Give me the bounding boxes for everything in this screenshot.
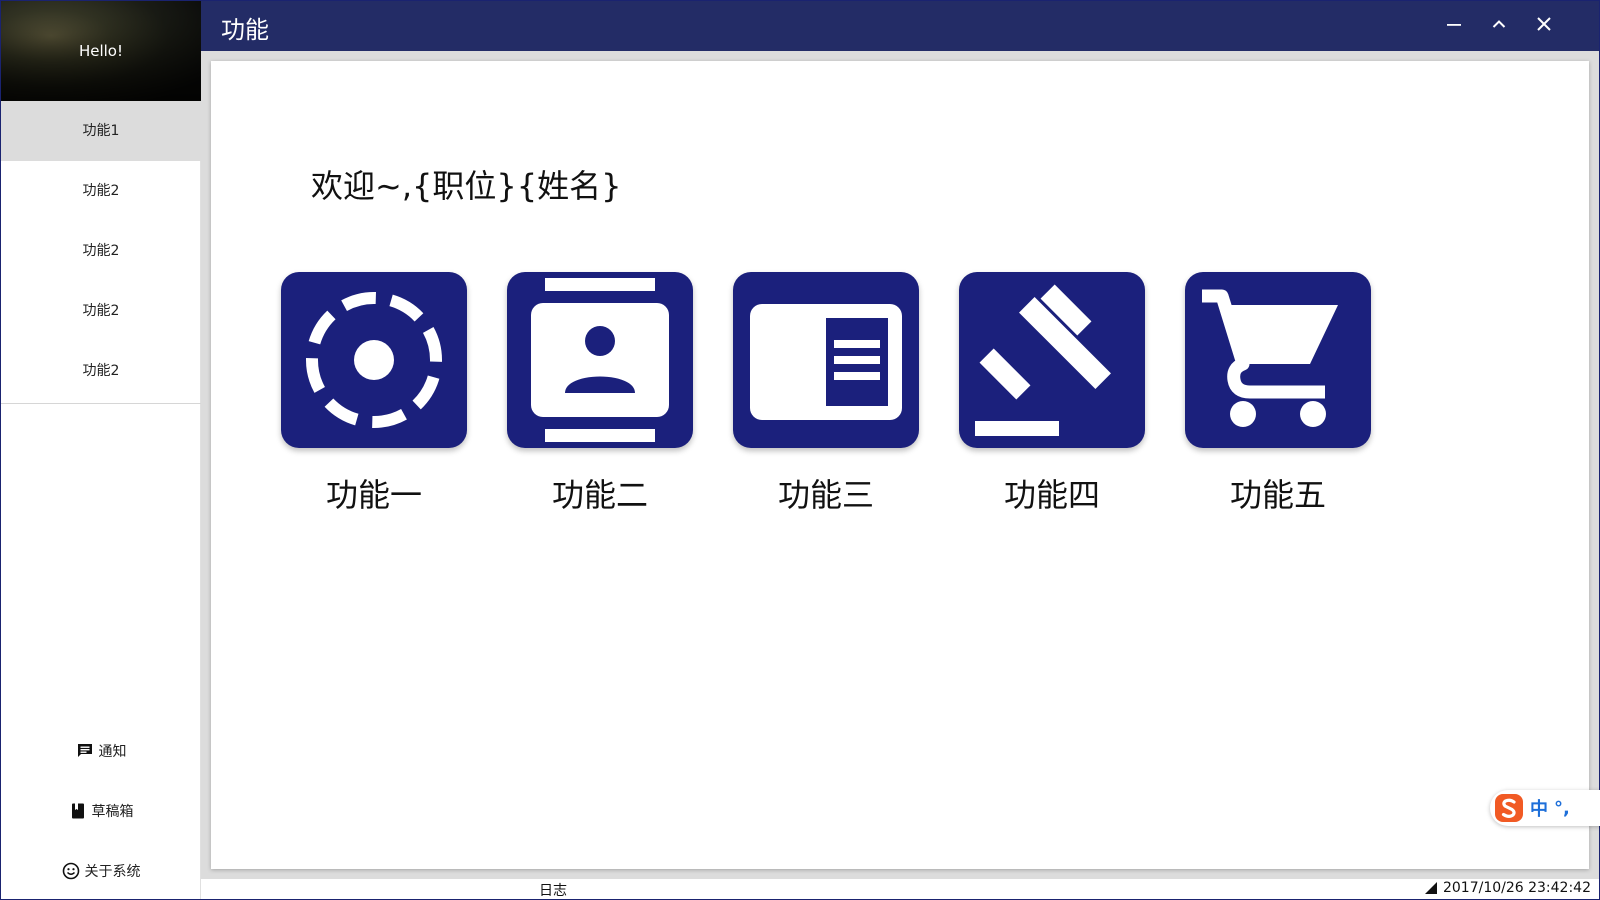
feature-label-2: 功能二	[551, 476, 648, 514]
ime-language-mode[interactable]: 中	[1530, 795, 1548, 821]
main-panel: 欢迎~,{职位}{姓名} 功能一 功能二 功能三 功能四 功能五	[211, 61, 1589, 869]
sogou-logo-icon	[1492, 791, 1526, 825]
document-panel-icon	[750, 304, 902, 420]
feature-tile-5[interactable]: 功能五	[1185, 272, 1371, 516]
book-icon	[69, 802, 87, 820]
feature-tile-3-box	[733, 272, 919, 448]
about-system-button[interactable]: 关于系统	[1, 841, 201, 900]
resize-grip-icon[interactable]	[1424, 882, 1437, 894]
feature-tile-3[interactable]: 功能三	[733, 272, 919, 516]
feature-tile-1[interactable]: 功能一	[281, 272, 467, 516]
feature-label-4: 功能四	[1003, 476, 1100, 514]
sidebar-header: Hello!	[1, 1, 201, 101]
close-button[interactable]	[1524, 7, 1564, 45]
status-bar: 日志 2017/10/26 23:42:42	[201, 879, 1599, 899]
feature-tile-4[interactable]: 功能四	[959, 272, 1145, 516]
greeting: Hello!	[78, 42, 124, 60]
maximize-button[interactable]	[1479, 7, 1519, 45]
feature-tile-5-box	[1185, 272, 1371, 448]
sidebar-bottom-menu: 通知 草稿箱 关于系统	[1, 721, 201, 900]
title-bar: 功能	[201, 1, 1599, 51]
message-icon	[76, 742, 94, 760]
status-datetime: 2017/10/26 23:42:42	[1442, 880, 1591, 896]
smiley-icon	[62, 862, 80, 880]
feature-tile-1-box	[281, 272, 467, 448]
feature-tile-4-box	[959, 272, 1145, 448]
log-link[interactable]: 日志	[539, 880, 567, 900]
sidebar-item-feature-1[interactable]: 功能1	[1, 101, 201, 161]
minimize-button[interactable]	[1434, 7, 1474, 45]
sidebar-item-feature-2c[interactable]: 功能2	[1, 281, 201, 341]
feature-tile-2-box	[507, 272, 693, 448]
chevron-up-icon	[1490, 15, 1508, 37]
notifications-button[interactable]: 通知	[1, 721, 201, 781]
drafts-label: 草稿箱	[91, 804, 134, 820]
minimize-icon	[1445, 15, 1463, 37]
shopping-cart-icon	[1202, 289, 1338, 427]
feature-tile-2[interactable]: 功能二	[507, 272, 693, 516]
welcome-message: 欢迎~,{职位}{姓名}	[311, 167, 622, 205]
feature-label-3: 功能三	[777, 476, 874, 514]
sidebar-nav: 功能1 功能2 功能2 功能2 功能2	[1, 101, 201, 401]
settings-circle-icon	[306, 292, 442, 428]
ime-punctuation-mode[interactable]: °,	[1554, 798, 1570, 819]
ime-toolbar[interactable]: 中 °,	[1490, 790, 1600, 826]
feature-label-5: 功能五	[1229, 476, 1326, 514]
status-datetime-group: 2017/10/26 23:42:42	[1424, 880, 1591, 896]
contact-card-icon	[531, 278, 669, 442]
sidebar-item-feature-2b[interactable]: 功能2	[1, 221, 201, 281]
sidebar-item-feature-2d[interactable]: 功能2	[1, 341, 201, 401]
close-icon	[1535, 15, 1553, 37]
gavel-icon	[975, 284, 1111, 436]
sidebar: Hello! 功能1 功能2 功能2 功能2 功能2 通知 草稿箱 关于系统	[1, 1, 201, 899]
notifications-label: 通知	[98, 744, 127, 760]
about-system-label: 关于系统	[84, 864, 141, 880]
feature-label-1: 功能一	[325, 476, 422, 514]
window-title: 功能	[221, 16, 269, 44]
sidebar-divider	[1, 403, 201, 404]
drafts-button[interactable]: 草稿箱	[1, 781, 201, 841]
sidebar-item-feature-2a[interactable]: 功能2	[1, 161, 201, 221]
